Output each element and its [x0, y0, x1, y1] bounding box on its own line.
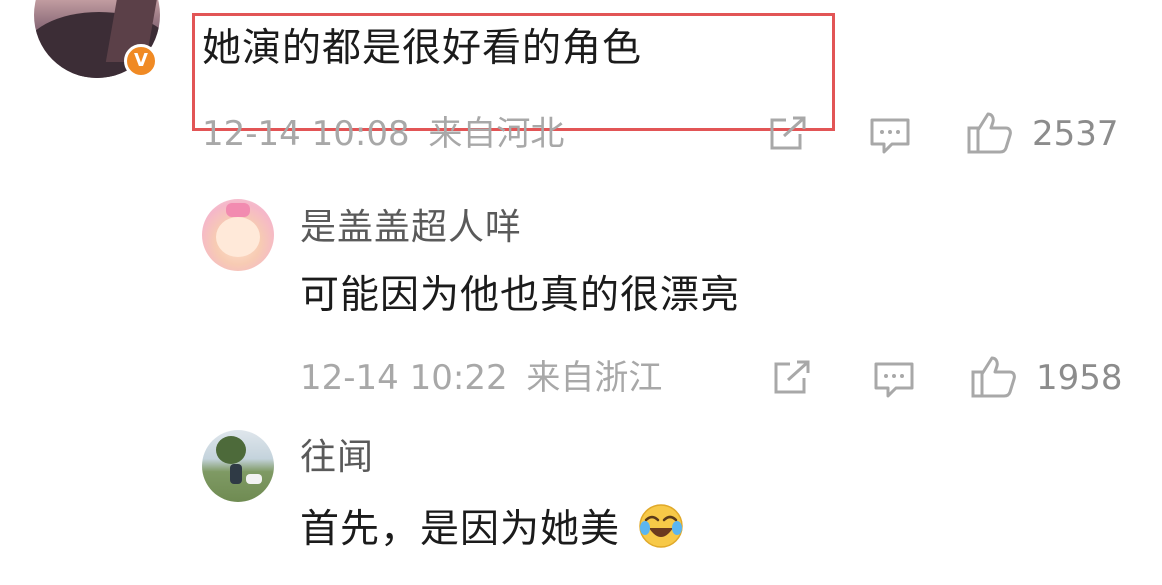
reply-text: 可能因为他也真的很漂亮 [300, 273, 741, 318]
reply-meta: 12-14 10:22 来自浙江 [300, 358, 662, 398]
reply-username[interactable]: 往闻 [300, 436, 374, 480]
reply-location: 来自浙江 [526, 358, 663, 398]
comment-meta: 12-14 10:08 来自河北 [202, 114, 564, 154]
share-icon[interactable] [766, 114, 810, 154]
thumbs-up-icon[interactable] [966, 110, 1014, 156]
reply-username[interactable]: 是盖盖超人咩 [300, 206, 522, 250]
laughing-crying-emoji [637, 502, 685, 550]
reply-timestamp: 12-14 10:22 [300, 358, 508, 398]
share-icon[interactable] [770, 358, 814, 398]
comment-timestamp: 12-14 10:08 [202, 114, 410, 154]
reply-avatar[interactable] [202, 430, 274, 502]
comment-icon[interactable] [868, 114, 912, 158]
reply-text: 首先，是因为她美 [300, 507, 621, 552]
like-count: 2537 [1032, 114, 1119, 154]
thumbs-up-icon[interactable] [970, 354, 1018, 400]
comment-icon[interactable] [872, 358, 916, 402]
verified-badge: V [124, 44, 158, 78]
like-count: 1958 [1036, 358, 1123, 398]
comment-location: 来自河北 [428, 114, 565, 154]
reply-avatar[interactable] [202, 199, 274, 271]
reply-text-row: 首先，是因为她美 [300, 502, 685, 554]
